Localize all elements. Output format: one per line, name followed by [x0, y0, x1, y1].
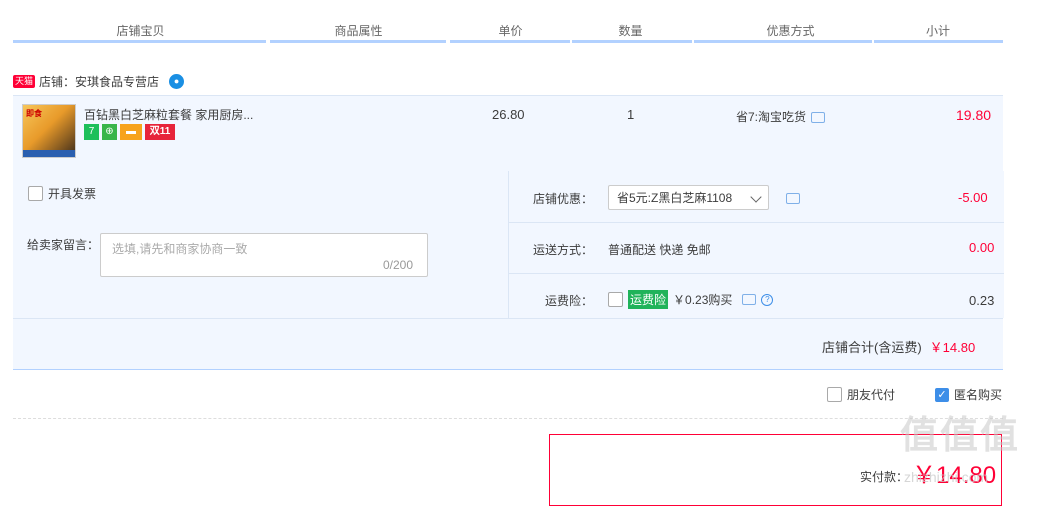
insurance-amount: 0.23 — [969, 293, 995, 308]
anonymous-option[interactable]: ✓ 匿名购买 — [935, 386, 1002, 403]
header-divider — [13, 40, 266, 43]
seven-day-return-icon[interactable]: 7 — [84, 124, 99, 140]
shop-discount-label: 店铺优惠： — [533, 192, 594, 206]
thumbnail-banner — [23, 150, 75, 157]
item-subtotal: 19.80 — [956, 107, 992, 123]
friend-pay-label: 朋友代付 — [847, 388, 896, 402]
chat-bubble-icon[interactable] — [742, 294, 757, 305]
anonymous-checkbox[interactable]: ✓ — [935, 387, 949, 402]
insurance-label: 运费险： — [545, 294, 594, 308]
tmall-badge: 天猫 — [13, 74, 36, 88]
shop-row: 天猫 店铺：安琪食品专营店 ● — [13, 72, 185, 90]
col-quantity: 数量 — [618, 24, 643, 38]
product-title-link[interactable]: 百钻黑白芝麻粒套餐 家用厨房... — [84, 106, 253, 123]
shop-total-label: 店铺合计(含运费) — [822, 340, 922, 355]
item-discount-text: 省7:淘宝吃货 — [736, 110, 807, 124]
col-attributes: 商品属性 — [334, 24, 383, 38]
shipping-method: 普通配送 快递 免邮 — [608, 243, 711, 257]
chevron-down-icon — [750, 191, 762, 203]
col-discount: 优惠方式 — [766, 24, 815, 38]
shop-name-link[interactable]: 店铺：安琪食品专营店 — [39, 73, 159, 90]
item-discount: 省7:淘宝吃货 — [736, 108, 826, 125]
guarantee-icon[interactable]: ⊕ — [102, 124, 117, 140]
double-11-tag[interactable]: 双11 — [145, 124, 175, 140]
row-divider — [13, 318, 1003, 319]
header-divider — [572, 40, 692, 43]
shop-discount-select[interactable]: 省5元:Z黑白芝麻1108 — [608, 185, 769, 210]
card-payment-icon[interactable]: ▬ — [120, 124, 142, 140]
thumbnail-text: 即食 — [26, 109, 42, 118]
insurance-option[interactable]: 运费险 ￥0.23购买 ? — [608, 290, 774, 309]
shipping-label: 运送方式： — [533, 243, 594, 257]
cart-header: 店铺宝贝 商品属性 单价 数量 优惠方式 小计 — [13, 0, 1003, 44]
header-divider — [874, 40, 1003, 43]
col-unit-price: 单价 — [498, 24, 523, 38]
site-watermark: 值值值 — [900, 415, 1021, 457]
message-char-count: 0/200 — [383, 258, 414, 272]
insurance-price: ￥0.23购买 — [673, 293, 733, 307]
header-divider — [450, 40, 570, 43]
unit-price: 26.80 — [492, 107, 525, 122]
message-label: 给卖家留言： — [27, 238, 100, 252]
invoice-option[interactable]: 开具发票 — [28, 185, 96, 202]
friend-pay-checkbox[interactable] — [827, 387, 842, 402]
anonymous-label: 匿名购买 — [954, 388, 1003, 402]
product-tags: 7 ⊕ ▬ 双11 — [84, 124, 175, 140]
row-divider — [509, 222, 1004, 223]
insurance-checkbox[interactable] — [608, 292, 623, 307]
invoice-checkbox[interactable] — [28, 186, 43, 201]
shop-discount-value: 省5元:Z黑白芝麻1108 — [617, 191, 733, 205]
invoice-label: 开具发票 — [48, 187, 97, 201]
chat-bubble-icon[interactable] — [786, 193, 800, 204]
product-thumbnail[interactable]: 即食 — [22, 104, 76, 158]
wangwang-chat-icon[interactable]: ● — [169, 73, 185, 89]
insurance-badge: 运费险 — [628, 290, 669, 309]
site-watermark-url: zhizhizhi.com — [904, 469, 989, 485]
col-subtotal: 小计 — [925, 24, 950, 38]
payment-label: 实付款： — [860, 470, 909, 484]
chat-bubble-icon[interactable] — [811, 112, 826, 124]
help-icon[interactable]: ? — [761, 293, 774, 306]
row-divider — [509, 273, 1004, 274]
shop-total-amount: ￥14.80 — [929, 340, 976, 355]
section-divider — [13, 418, 1003, 419]
col-shop-item: 店铺宝贝 — [116, 24, 165, 38]
header-divider — [694, 40, 872, 43]
friend-pay-option[interactable]: 朋友代付 — [827, 386, 895, 403]
shop-discount-amount: -5.00 — [958, 190, 988, 205]
message-placeholder: 选填,请先和商家协商一致 — [112, 242, 248, 256]
shop-total: 店铺合计(含运费) ￥14.80 — [822, 337, 975, 356]
quantity: 1 — [627, 107, 635, 122]
header-divider — [270, 40, 446, 43]
shipping-amount: 0.00 — [969, 240, 995, 255]
